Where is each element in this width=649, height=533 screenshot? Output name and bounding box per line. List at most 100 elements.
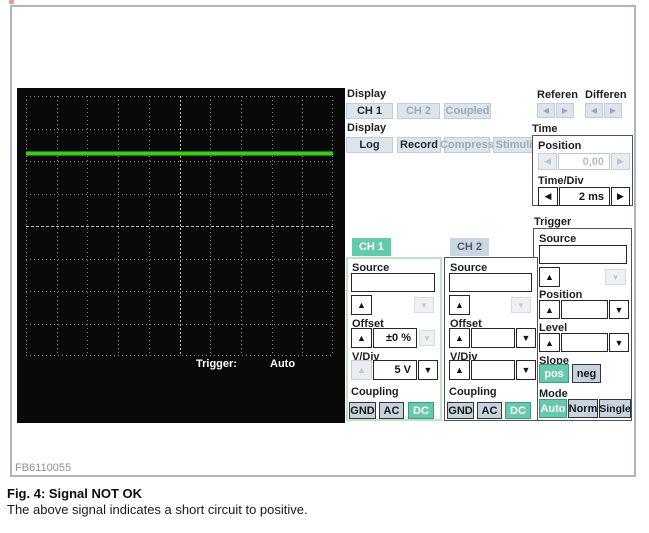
arrow-up-icon: ▲ [455, 300, 464, 310]
scope-grid [26, 96, 333, 356]
arrow-left-icon: ◀ [542, 106, 550, 115]
chevron-down-icon: ▼ [611, 272, 620, 282]
ch1-source-dropdown-button[interactable]: ▼ [414, 297, 434, 313]
trigger-mode-norm-button[interactable]: Norm [568, 399, 598, 418]
arrow-up-icon: ▲ [455, 365, 464, 375]
ch1-vdiv-down-button[interactable]: ▼ [418, 360, 438, 380]
reference-next-button[interactable]: ▶ [556, 103, 574, 118]
display-compress-button[interactable]: Compress [440, 137, 494, 153]
trigger-level-up-button[interactable]: ▲ [539, 333, 560, 352]
figure-caption-body: The above signal indicates a short circu… [7, 502, 308, 517]
ch2-vdiv-up-button[interactable]: ▲ [449, 360, 470, 380]
figure-code: FB6110055 [15, 462, 72, 474]
scope-trigger-label: Trigger: [196, 358, 237, 370]
scope-trigger-value: Auto [270, 358, 296, 370]
oscilloscope-screen: Trigger: Auto [17, 88, 345, 423]
arrow-right-icon: ▶ [617, 156, 624, 166]
arrow-up-icon: ▲ [545, 304, 554, 315]
ch1-vdiv-up-button[interactable]: ▲ [351, 360, 372, 380]
ch1-coupling-gnd-button[interactable]: GND [349, 402, 376, 419]
arrow-down-icon: ▼ [614, 304, 624, 315]
arrow-up-icon: ▲ [455, 333, 464, 343]
reference-prev-button[interactable]: ◀ [537, 103, 555, 118]
arrow-left-icon: ◀ [544, 156, 551, 166]
arrow-up-icon: ▲ [357, 300, 366, 310]
time-div-label: Time/Div [538, 175, 584, 187]
trigger-source-field[interactable] [539, 245, 627, 264]
trigger-level-field[interactable] [561, 333, 608, 352]
reference-label: Referen [537, 89, 578, 101]
time-label: Time [532, 123, 558, 135]
chevron-down-icon: ▼ [517, 300, 525, 310]
time-div-decrement-button[interactable]: ◀ [538, 187, 558, 206]
arrow-up-icon: ▲ [357, 333, 366, 343]
arrow-right-icon: ▶ [617, 191, 624, 201]
ch2-tab[interactable]: CH 2 [450, 238, 489, 256]
time-position-increment-button[interactable]: ▶ [611, 153, 630, 170]
chevron-down-icon: ▼ [423, 333, 431, 343]
ch1-coupling-dc-button[interactable]: DC [408, 402, 434, 419]
ch1-offset-down-button[interactable]: ▼ [419, 330, 435, 346]
arrow-down-icon: ▼ [521, 333, 531, 343]
ch2-offset-field[interactable] [471, 328, 515, 348]
time-div-field[interactable]: 2 ms [559, 187, 610, 206]
ch2-source-up-button[interactable]: ▲ [449, 295, 470, 315]
trigger-position-up-button[interactable]: ▲ [539, 300, 560, 319]
ch1-source-up-button[interactable]: ▲ [351, 295, 372, 315]
ch2-source-field[interactable] [449, 273, 532, 292]
differential-label: Differen [585, 89, 627, 101]
arrow-up-icon: ▲ [545, 337, 554, 348]
ch2-offset-up-button[interactable]: ▲ [449, 328, 470, 348]
trigger-position-field[interactable] [561, 300, 608, 319]
ch2-coupling-gnd-button[interactable]: GND [447, 402, 474, 419]
ch2-coupling-ac-button[interactable]: AC [477, 402, 502, 419]
differential-next-button[interactable]: ▶ [604, 103, 622, 118]
trigger-slope-pos-button[interactable]: pos [539, 364, 569, 383]
arrow-down-icon: ▼ [521, 365, 531, 375]
ch1-offset-field[interactable]: ±0 % [373, 328, 417, 348]
display-ch2-button[interactable]: CH 2 [397, 103, 440, 119]
trigger-mode-auto-button[interactable]: Auto [539, 399, 567, 418]
arrow-right-icon: ▶ [561, 106, 569, 115]
chevron-down-icon: ▼ [420, 300, 428, 310]
ch1-coupling-ac-button[interactable]: AC [379, 402, 404, 419]
arrow-up-icon: ▲ [357, 365, 366, 375]
trigger-mode-single-button[interactable]: Single [599, 399, 631, 418]
ch1-offset-up-button[interactable]: ▲ [351, 328, 372, 348]
trigger-source-label: Source [539, 233, 577, 245]
trigger-slope-neg-button[interactable]: neg [572, 364, 601, 383]
ch1-tab[interactable]: CH 1 [352, 238, 391, 256]
arrow-up-icon: ▲ [545, 272, 554, 282]
display-record-button[interactable]: Record [397, 137, 441, 153]
trigger-position-down-button[interactable]: ▼ [609, 300, 629, 319]
time-div-increment-button[interactable]: ▶ [611, 187, 630, 206]
ch2-vdiv-down-button[interactable]: ▼ [516, 360, 536, 380]
ch2-offset-down-button[interactable]: ▼ [516, 328, 536, 348]
differential-prev-button[interactable]: ◀ [585, 103, 603, 118]
trigger-source-up-button[interactable]: ▲ [539, 267, 560, 287]
figure-caption-title: Fig. 4: Signal NOT OK [7, 486, 143, 501]
time-position-label: Position [538, 140, 582, 152]
display-log-button[interactable]: Log [346, 137, 393, 153]
time-position-decrement-button[interactable]: ◀ [538, 153, 557, 170]
ch1-vdiv-field[interactable]: 5 V [373, 360, 417, 380]
display-section1-label: Display [347, 88, 387, 100]
trigger-source-dropdown-button[interactable]: ▼ [605, 269, 626, 285]
time-position-field[interactable]: 0,00 [558, 153, 610, 170]
arrow-right-icon: ▶ [609, 106, 617, 115]
display-ch1-button[interactable]: CH 1 [346, 103, 393, 119]
display-stimuli-button[interactable]: Stimuli [493, 137, 535, 153]
arrow-left-icon: ◀ [590, 106, 598, 115]
ch2-coupling-label: Coupling [449, 386, 497, 398]
ch1-source-field[interactable] [351, 273, 435, 292]
ch2-coupling-dc-button[interactable]: DC [505, 402, 531, 419]
ch2-vdiv-field[interactable] [471, 360, 515, 380]
trigger-label: Trigger [534, 216, 572, 228]
trigger-level-down-button[interactable]: ▼ [609, 333, 629, 352]
ch2-source-dropdown-button[interactable]: ▼ [511, 297, 531, 313]
page: Trigger: Auto Display CH 1 CH 2 Coupled … [0, 0, 649, 533]
display-section2-label: Display [347, 122, 387, 134]
arrow-down-icon: ▼ [614, 337, 624, 348]
arrow-left-icon: ◀ [544, 191, 552, 201]
display-coupled-button[interactable]: Coupled [444, 103, 491, 119]
